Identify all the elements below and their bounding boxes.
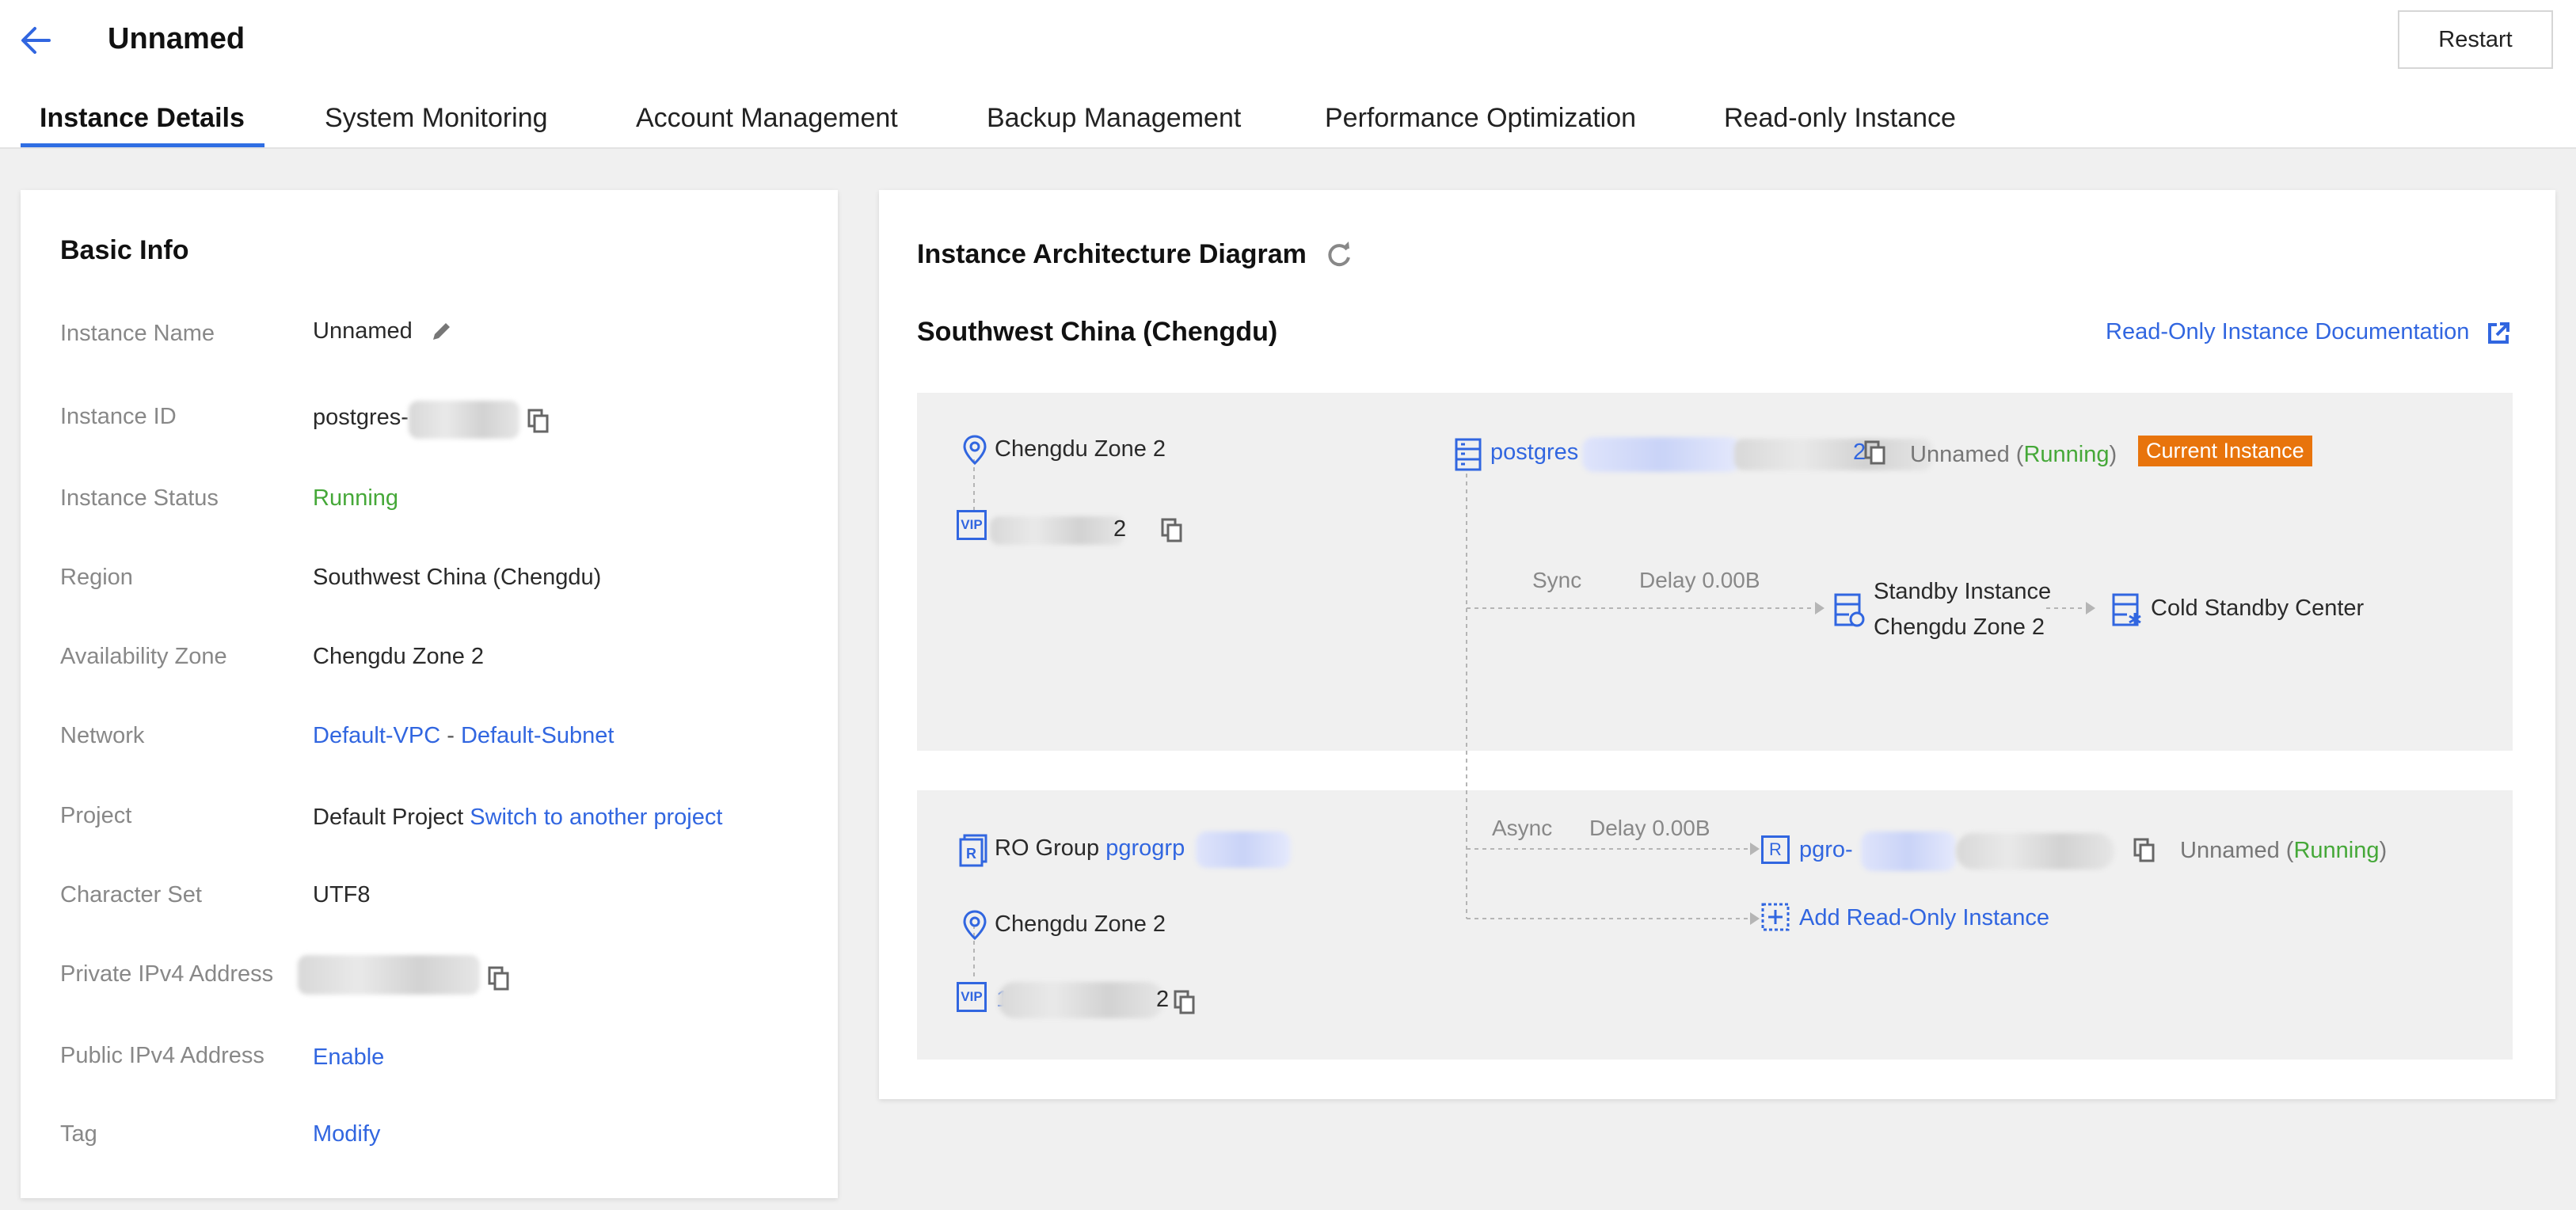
async-delay: Delay 0.00B — [1589, 816, 1710, 840]
redacted-primary-instance-a — [1582, 437, 1741, 472]
region-value: Southwest China (Chengdu) — [313, 565, 602, 590]
location-icon — [963, 435, 987, 466]
network-value: Default-VPC - Default-Subnet — [313, 723, 614, 749]
edit-icon[interactable] — [429, 318, 455, 344]
character-set-value: UTF8 — [313, 882, 371, 908]
project-value: Default Project — [313, 805, 464, 830]
enable-public-ipv4-link[interactable]: Enable — [313, 1044, 384, 1071]
ro-zone-name: Chengdu Zone 2 — [995, 911, 1166, 937]
primary-instance-name: Unnamed — [1910, 442, 2010, 467]
standby-icon — [1834, 593, 1865, 627]
copy-icon[interactable] — [1174, 990, 1196, 1015]
back-arrow-icon[interactable] — [17, 22, 54, 59]
tab-read-only-instance[interactable]: Read-only Instance — [1724, 103, 1956, 134]
basic-info-panel: Basic Info Instance Name Unnamed Instanc… — [21, 190, 838, 1198]
add-icon[interactable] — [1761, 903, 1790, 931]
standby-title: Standby Instance — [1874, 579, 2052, 604]
vip-icon: VIP — [957, 982, 987, 1012]
standby-zone: Chengdu Zone 2 — [1874, 615, 2045, 640]
project-value-row: Default Project Switch to another projec… — [313, 805, 722, 831]
primary-vip-suffix: 2 — [1113, 516, 1127, 542]
sync-delay: Delay 0.00B — [1639, 568, 1760, 592]
copy-icon[interactable] — [488, 966, 510, 991]
switch-project-link[interactable]: Switch to another project — [470, 805, 722, 830]
ro-group-row: RO Group pgrogrp — [995, 835, 1185, 862]
page-header: Unnamed Restart Instance Details System … — [0, 0, 2576, 149]
primary-instance-link[interactable]: postgres — [1490, 439, 1578, 466]
ro-group-label: RO Group — [995, 835, 1100, 861]
instance-status-value: Running — [313, 485, 399, 511]
instance-name-value: Unnamed — [313, 318, 413, 344]
async-label: Async — [1492, 816, 1553, 840]
sync-label: Sync — [1532, 568, 1582, 592]
ro-group-id-link[interactable]: pgrogrp — [1105, 835, 1185, 861]
ro-instance-status: Running — [2293, 838, 2380, 863]
add-readonly-instance-link[interactable]: Add Read-Only Instance — [1799, 905, 2049, 931]
readonly-icon: R — [1761, 835, 1790, 864]
network-separator: - — [447, 723, 455, 748]
server-icon — [1455, 438, 1482, 471]
ro-vip-suffix: 2 — [1156, 987, 1170, 1012]
current-instance-badge: Current Instance — [2138, 436, 2312, 466]
private-ipv4-label: Private IPv4 Address — [60, 961, 274, 987]
redacted-ro-vip — [998, 982, 1164, 1018]
redacted-instance-id — [409, 401, 519, 439]
project-label: Project — [60, 803, 132, 828]
redacted-ro-instance-b — [1956, 833, 2114, 869]
tab-account-management[interactable]: Account Management — [636, 103, 898, 134]
ro-instance-link[interactable]: pgro- — [1799, 837, 1853, 863]
availability-zone-value: Chengdu Zone 2 — [313, 644, 485, 669]
architecture-connectors — [973, 459, 2095, 980]
copy-icon[interactable] — [2133, 838, 2156, 863]
cold-standby-label: Cold Standby Center — [2151, 595, 2365, 621]
copy-icon[interactable] — [527, 409, 550, 434]
redacted-ro-instance-a — [1861, 831, 1956, 871]
instance-id-label: Instance ID — [60, 404, 177, 429]
tab-system-monitoring[interactable]: System Monitoring — [325, 103, 548, 134]
ro-instance-name: Unnamed — [2180, 838, 2280, 863]
page-title: Unnamed — [108, 22, 245, 55]
subnet-link[interactable]: Default-Subnet — [461, 723, 614, 748]
tab-performance-optimization[interactable]: Performance Optimization — [1325, 103, 1636, 134]
vip-icon: VIP — [957, 510, 987, 540]
restart-button[interactable]: Restart — [2398, 10, 2553, 69]
primary-zone-name: Chengdu Zone 2 — [995, 436, 1166, 462]
character-set-label: Character Set — [60, 882, 202, 908]
cold-standby-icon — [2112, 593, 2141, 626]
primary-instance-status-row: Unnamed (Running) — [1910, 442, 2117, 467]
svg-text:R: R — [966, 846, 976, 862]
redacted-primary-instance-b — [1734, 439, 1932, 470]
region-label: Region — [60, 565, 133, 590]
location-icon — [963, 910, 987, 941]
instance-name-label: Instance Name — [60, 321, 215, 346]
redacted-private-ipv4 — [298, 955, 480, 995]
redacted-primary-vip — [990, 516, 1124, 545]
availability-zone-label: Availability Zone — [60, 644, 227, 669]
vpc-link[interactable]: Default-VPC — [313, 723, 440, 748]
public-ipv4-label: Public IPv4 Address — [60, 1043, 264, 1068]
basic-info-title: Basic Info — [60, 235, 189, 265]
instance-id-value: postgres- — [313, 405, 409, 430]
redacted-ro-group-id — [1196, 831, 1291, 868]
active-tab-indicator — [21, 143, 264, 147]
ro-instance-status-row: Unnamed (Running) — [2180, 838, 2388, 863]
primary-instance-status: Running — [2023, 442, 2110, 467]
network-label: Network — [60, 723, 145, 748]
copy-icon[interactable] — [1864, 440, 1886, 466]
instance-status-label: Instance Status — [60, 485, 219, 511]
copy-icon[interactable] — [1161, 518, 1183, 543]
architecture-panel: Instance Architecture Diagram Southwest … — [879, 190, 2555, 1099]
modify-tag-link[interactable]: Modify — [313, 1121, 380, 1147]
ro-group-icon: R — [959, 834, 987, 867]
tab-instance-details[interactable]: Instance Details — [40, 103, 245, 134]
tag-label: Tag — [60, 1121, 97, 1147]
tab-backup-management[interactable]: Backup Management — [987, 103, 1241, 134]
